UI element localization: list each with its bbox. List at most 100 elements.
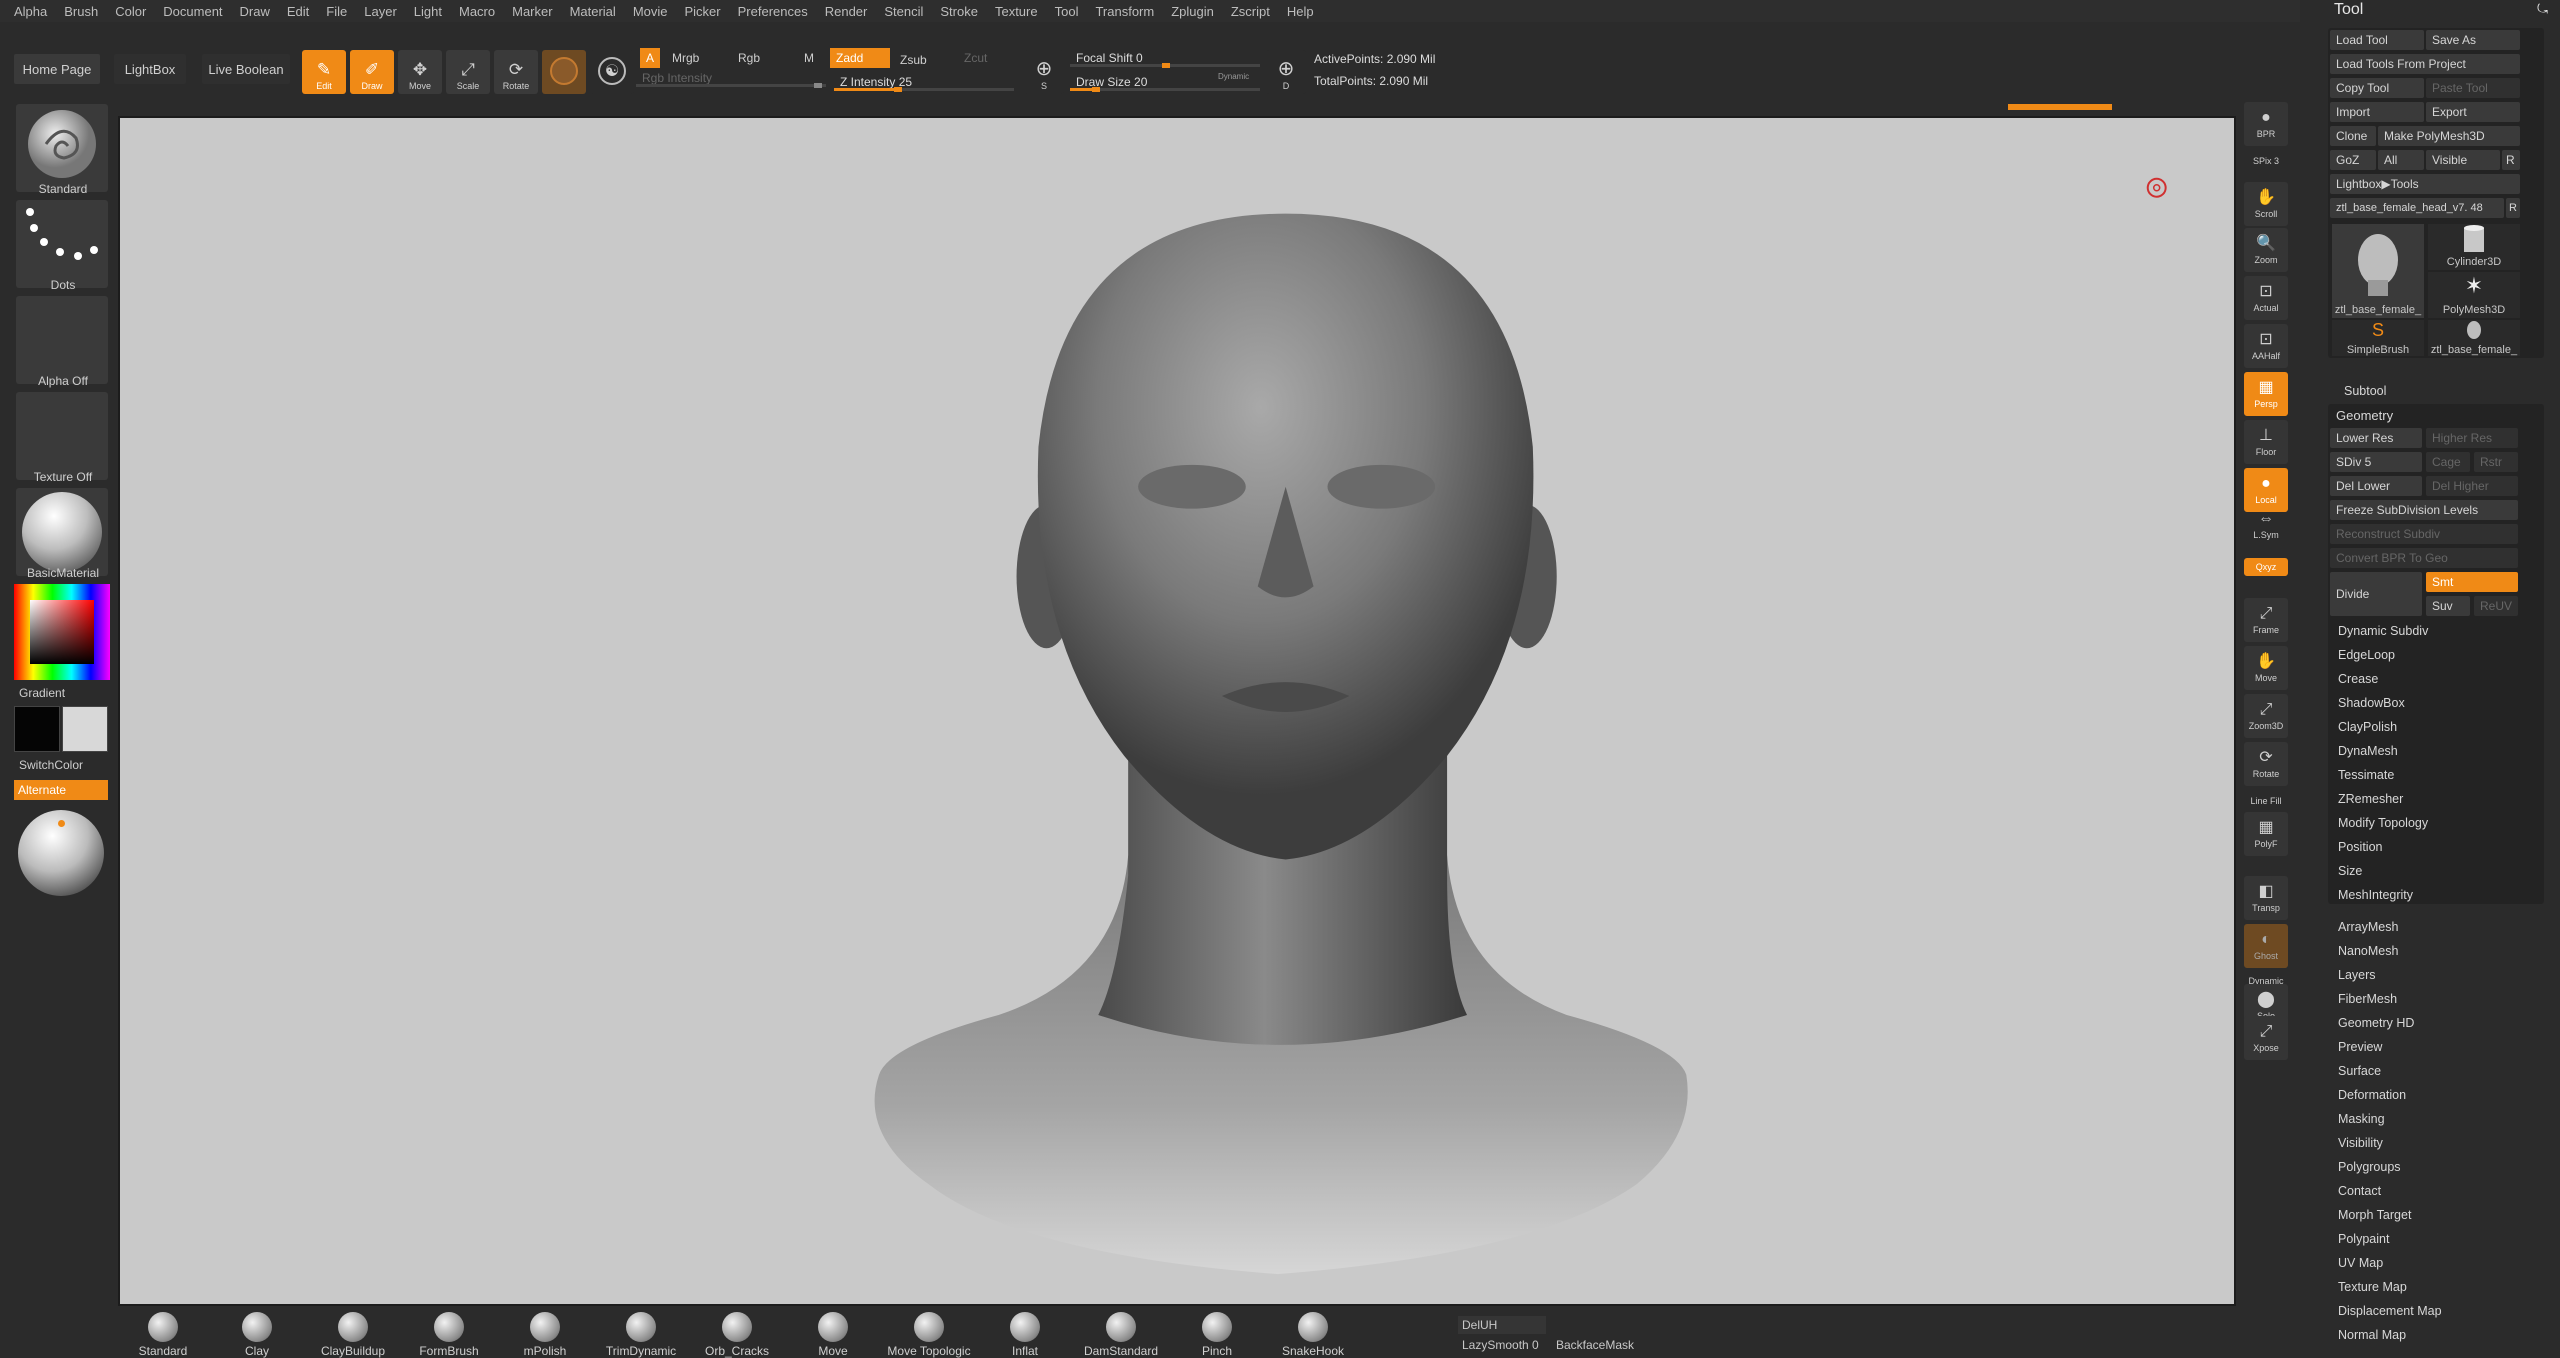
tool-thumb-simplebrush[interactable]: S SimpleBrush	[2332, 320, 2424, 356]
geometry-size-section[interactable]: Size	[2338, 860, 2362, 882]
subpalette-uv-map[interactable]: UV Map	[2338, 1252, 2383, 1274]
viewport-floor-button[interactable]: ⊥ Floor	[2244, 420, 2288, 464]
subpalette-contact[interactable]: Contact	[2338, 1180, 2381, 1202]
import-button[interactable]: Import	[2330, 102, 2424, 122]
brush-mpolish[interactable]: mPolish	[502, 1312, 588, 1358]
lazysmooth-slider[interactable]: LazySmooth 0	[1458, 1336, 1546, 1354]
del-higher-button[interactable]: Del Higher	[2426, 476, 2518, 496]
viewport-l-sym-button[interactable]: ⇔ L.Sym	[2244, 510, 2288, 540]
menu-material[interactable]: Material	[570, 4, 616, 19]
menu-tool[interactable]: Tool	[1055, 4, 1079, 19]
dynamic-label[interactable]: Dynamic	[1218, 72, 1249, 81]
tool-thumb-head[interactable]: ztl_base_female_	[2332, 224, 2424, 318]
subpalette-visibility[interactable]: Visibility	[2338, 1132, 2383, 1154]
dock-icon[interactable]: ⤿	[2537, 1, 2548, 17]
geometry-position-section[interactable]: Position	[2338, 836, 2382, 858]
alternate-button[interactable]: Alternate	[14, 780, 108, 800]
viewport-zoom-button[interactable]: 🔍 Zoom	[2244, 228, 2288, 272]
rstr-button[interactable]: Rstr	[2474, 452, 2518, 472]
brush-move-topologic[interactable]: Move Topologic	[886, 1312, 972, 1358]
head-model-render[interactable]	[120, 118, 2234, 1304]
subpalette-morph-target[interactable]: Morph Target	[2338, 1204, 2411, 1226]
brush-damstandard[interactable]: DamStandard	[1078, 1312, 1164, 1358]
zadd-toggle[interactable]: Zadd	[830, 48, 890, 68]
brush-move[interactable]: Move	[790, 1312, 876, 1358]
geometry-crease-section[interactable]: Crease	[2338, 668, 2378, 690]
menu-picker[interactable]: Picker	[685, 4, 721, 19]
viewport-zoom3d-button[interactable]: ⤢ Zoom3D	[2244, 694, 2288, 738]
subpalette-layers[interactable]: Layers	[2338, 964, 2376, 986]
viewport-rotate-button[interactable]: ⟳ Rotate	[2244, 742, 2288, 786]
zsub-toggle[interactable]: Zsub	[894, 50, 933, 70]
clone-button[interactable]: Clone	[2330, 126, 2376, 146]
menu-texture[interactable]: Texture	[995, 4, 1038, 19]
menu-brush[interactable]: Brush	[64, 4, 98, 19]
brush-clay[interactable]: Clay	[214, 1312, 300, 1358]
menu-draw[interactable]: Draw	[240, 4, 270, 19]
menu-preferences[interactable]: Preferences	[738, 4, 808, 19]
lightbox-button[interactable]: LightBox	[114, 54, 186, 84]
alpha-thumbnail[interactable]	[16, 296, 108, 384]
goz-all-button[interactable]: All	[2378, 150, 2424, 170]
geometry-claypolish-section[interactable]: ClayPolish	[2338, 716, 2397, 738]
save-as-button[interactable]: Save As	[2426, 30, 2520, 50]
copy-tool-button[interactable]: Copy Tool	[2330, 78, 2424, 98]
brush-trimdynamic[interactable]: TrimDynamic	[598, 1312, 684, 1358]
smt-toggle[interactable]: Smt	[2426, 572, 2518, 592]
menu-edit[interactable]: Edit	[287, 4, 309, 19]
subpalette-fibermesh[interactable]: FiberMesh	[2338, 988, 2397, 1010]
focal-shift-slider[interactable]: Focal Shift 0	[1070, 48, 1260, 68]
deluh-button[interactable]: DelUH	[1458, 1316, 1546, 1334]
menu-movie[interactable]: Movie	[633, 4, 668, 19]
subpalette-texture-map[interactable]: Texture Map	[2338, 1276, 2407, 1298]
subpalette-preview[interactable]: Preview	[2338, 1036, 2382, 1058]
subpalette-deformation[interactable]: Deformation	[2338, 1084, 2406, 1106]
tool-thumb-polymesh[interactable]: ✶ PolyMesh3D	[2428, 272, 2520, 318]
viewport-spix-3-button[interactable]: SPix 3	[2244, 152, 2288, 170]
menu-light[interactable]: Light	[414, 4, 442, 19]
sdiv-slider[interactable]: SDiv 5	[2330, 452, 2422, 472]
subpalette-masking[interactable]: Masking	[2338, 1108, 2385, 1130]
lower-res-button[interactable]: Lower Res	[2330, 428, 2422, 448]
geometry-meshintegrity-section[interactable]: MeshIntegrity	[2338, 884, 2413, 906]
viewport-move-button[interactable]: ✋ Move	[2244, 646, 2288, 690]
goz-r-button[interactable]: R	[2502, 150, 2520, 170]
viewport-bpr-button[interactable]: ● BPR	[2244, 102, 2288, 146]
backfacemask-toggle[interactable]: BackfaceMask	[1556, 1336, 1634, 1354]
viewport-aahalf-button[interactable]: ⊡ AAHalf	[2244, 324, 2288, 368]
geometry-tessimate-section[interactable]: Tessimate	[2338, 764, 2394, 786]
viewport-xpose-button[interactable]: ⤢ Xpose	[2244, 1016, 2288, 1060]
material-thumbnail[interactable]	[16, 488, 108, 576]
brush-formbrush[interactable]: FormBrush	[406, 1312, 492, 1358]
viewport-local-button[interactable]: ● Local	[2244, 468, 2288, 512]
paste-tool-button[interactable]: Paste Tool	[2426, 78, 2520, 98]
brush-inflat[interactable]: Inflat	[982, 1312, 1068, 1358]
geometry-dynamesh-section[interactable]: DynaMesh	[2338, 740, 2398, 762]
z-intensity-slider[interactable]: Z Intensity 25	[834, 72, 1014, 92]
menu-layer[interactable]: Layer	[364, 4, 397, 19]
menu-alpha[interactable]: Alpha	[14, 4, 47, 19]
menu-zscript[interactable]: Zscript	[1231, 4, 1270, 19]
geometry-zremesher-section[interactable]: ZRemesher	[2338, 788, 2403, 810]
menu-document[interactable]: Document	[163, 4, 222, 19]
tool-thumb-cylinder[interactable]: Cylinder3D	[2428, 224, 2520, 270]
d-dots-toggle[interactable]: ⊕ D	[1266, 50, 1306, 94]
goz-button[interactable]: GoZ	[2330, 150, 2376, 170]
primary-color-swatch[interactable]	[14, 706, 60, 752]
geometry-shadowbox-section[interactable]: ShadowBox	[2338, 692, 2405, 714]
freeze-subdivision-button[interactable]: Freeze SubDivision Levels	[2330, 500, 2518, 520]
move-mode-button[interactable]: ✥ Move	[398, 50, 442, 94]
menu-marker[interactable]: Marker	[512, 4, 552, 19]
draw-mode-button[interactable]: ✐ Draw	[350, 50, 394, 94]
light-position-dot[interactable]	[58, 820, 65, 827]
s-sketch-toggle[interactable]: ⊕ S	[1024, 50, 1064, 94]
lightbox-tools-button[interactable]: Lightbox▶Tools	[2330, 174, 2520, 194]
edit-mode-button[interactable]: ✎ Edit	[302, 50, 346, 94]
m-toggle[interactable]: M	[798, 48, 820, 68]
subpalette-displacement-map[interactable]: Displacement Map	[2338, 1300, 2442, 1322]
subtool-section[interactable]: Subtool	[2344, 380, 2386, 402]
viewport-ghost-button[interactable]: ◐ Ghost	[2244, 924, 2288, 968]
tool-thumb-head-2[interactable]: ztl_base_female_	[2428, 320, 2520, 356]
reconstruct-subdiv-button[interactable]: Reconstruct Subdiv	[2330, 524, 2518, 544]
brush-claybuildup[interactable]: ClayBuildup	[310, 1312, 396, 1358]
